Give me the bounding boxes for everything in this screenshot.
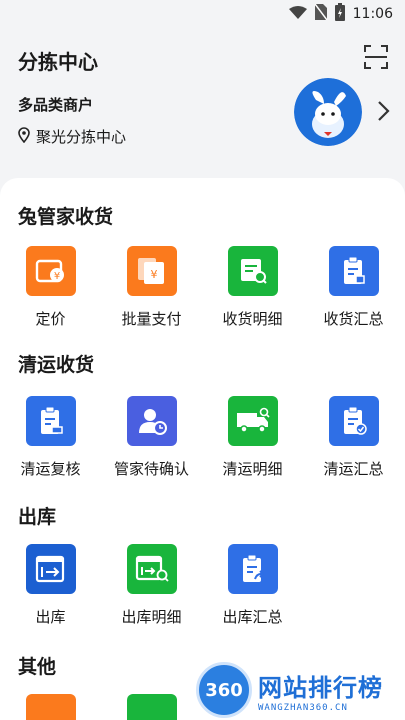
menu-item-outbound-detail[interactable]: 出库明细 — [101, 544, 202, 634]
menu-item-clearance-detail[interactable]: 清运明细 — [202, 396, 303, 486]
watermark-subtitle: WANGZHAN360.CN — [258, 702, 348, 713]
menu-item-label: 出库明细 — [121, 608, 182, 626]
section-title-other: 其他 — [18, 656, 57, 678]
wifi-icon — [288, 5, 307, 24]
section-title-outbound: 出库 — [18, 506, 57, 528]
chevron-right-icon[interactable] — [376, 100, 390, 122]
menu-item-label: 清运明细 — [222, 460, 283, 478]
svg-text:¥: ¥ — [150, 268, 157, 281]
header: 分拣中心 多品类商户 聚光分拣中心 — [0, 28, 405, 178]
menu-item-receipt-detail[interactable]: 收货明细 — [202, 246, 303, 336]
menu-item-pricing[interactable]: ¥ 定价 — [0, 246, 101, 336]
menu-item-label: 管家待确认 — [113, 460, 189, 478]
scan-icon — [364, 45, 388, 69]
menu-item-outbound-summary[interactable]: 出库汇总 — [202, 544, 303, 634]
menu-item-label: 清运复核 — [20, 460, 81, 478]
batch-pay-icon: ¥ — [126, 246, 177, 296]
clearance-summary-icon — [328, 396, 379, 446]
watermark-logo: 360 — [196, 662, 252, 718]
status-bar: 11:06 — [0, 0, 405, 28]
menu-item-label: 收货明细 — [222, 310, 283, 328]
section-title-clearance-receiving: 清运收货 — [18, 354, 95, 376]
svg-text:¥: ¥ — [53, 271, 59, 282]
menu-item-label: 清运汇总 — [323, 460, 384, 478]
pricing-icon: ¥ — [25, 246, 76, 296]
menu-item-label: 出库汇总 — [222, 608, 283, 626]
merchant-name: 多品类商户 — [18, 96, 94, 114]
menu-item-label: 出库 — [35, 608, 66, 626]
battery-charging-icon — [334, 3, 345, 25]
menu-item-receipt-summary[interactable]: 收货汇总 — [303, 246, 404, 336]
section-title-rabbit-receiving: 兔管家收货 — [18, 206, 114, 228]
watermark-title: 网站排行榜 — [258, 673, 383, 702]
location-row[interactable]: 聚光分拣中心 — [18, 126, 126, 147]
avatar[interactable] — [294, 78, 362, 146]
scan-button[interactable] — [363, 44, 389, 70]
no-sim-icon — [314, 3, 328, 24]
status-time: 11:06 — [352, 6, 393, 22]
menu-item-clearance-review[interactable]: 清运复核 — [0, 396, 101, 486]
other-item-icon-partial[interactable] — [127, 694, 177, 720]
page-title: 分拣中心 — [18, 50, 98, 74]
function-card: 兔管家收货 ¥ 定价 ¥ 批量支付 收货明细 收货汇总 清运收货 清运复核 管家… — [0, 178, 405, 720]
outbound-icon — [25, 544, 76, 594]
outbound-summary-icon — [227, 544, 278, 594]
location-label: 聚光分拣中心 — [36, 128, 127, 146]
other-item-icon-partial[interactable] — [26, 694, 76, 720]
menu-item-outbound[interactable]: 出库 — [0, 544, 101, 634]
menu-item-steward-pending[interactable]: 管家待确认 — [101, 396, 202, 486]
receipt-summary-icon — [328, 246, 379, 296]
steward-pending-icon — [126, 396, 177, 446]
watermark: 360 网站排行榜 WANGZHAN360.CN — [196, 660, 401, 720]
clearance-review-icon — [25, 396, 76, 446]
menu-item-label: 收货汇总 — [323, 310, 384, 328]
truck-detail-icon — [227, 396, 278, 446]
menu-item-label: 定价 — [35, 310, 66, 328]
location-pin-icon — [18, 126, 30, 147]
menu-item-batch-pay[interactable]: ¥ 批量支付 — [101, 246, 202, 336]
receipt-detail-icon — [227, 246, 278, 296]
menu-item-clearance-summary[interactable]: 清运汇总 — [303, 396, 404, 486]
menu-item-label: 批量支付 — [121, 310, 182, 328]
outbound-detail-icon — [126, 544, 177, 594]
